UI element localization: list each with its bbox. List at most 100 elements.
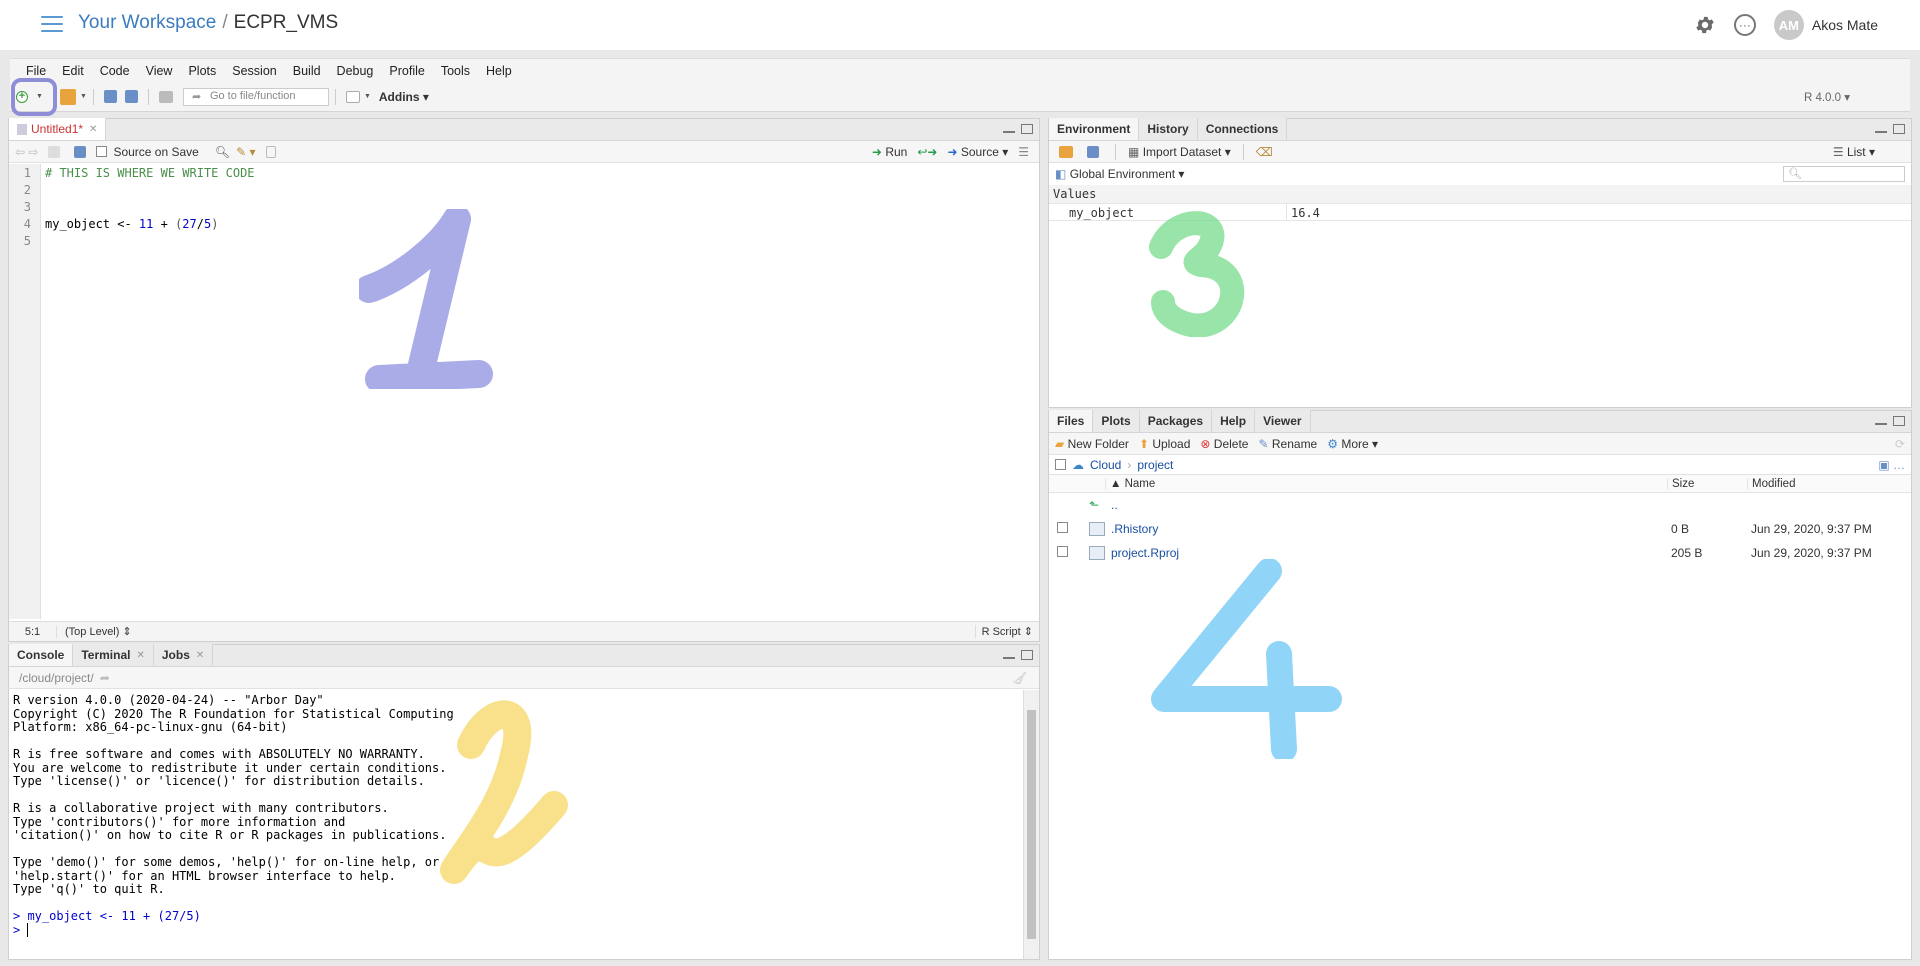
delete-button[interactable]: ⊗ Delete [1200,437,1248,451]
path-cloud-link[interactable]: Cloud [1090,458,1121,472]
path-separator-icon: › [1127,457,1132,472]
list-item[interactable]: ⬑ .. [1049,493,1911,517]
run-button[interactable]: ➜ Run [872,145,907,159]
console-prompt[interactable]: > [13,922,1019,938]
refresh-icon[interactable]: ⟳ [1895,437,1911,451]
clear-console-icon[interactable]: 🧹︎ [1012,671,1039,685]
source-button[interactable]: ➜ Source ▾ [947,145,1008,159]
menu-file[interactable]: File [18,64,54,78]
pane-controls[interactable] [1875,124,1905,134]
tab-history[interactable]: History [1139,118,1198,140]
menu-session[interactable]: Session [224,64,284,78]
outline-icon[interactable]: ☰ [1018,145,1029,159]
menu-edit[interactable]: Edit [54,64,92,78]
go-to-working-dir-icon[interactable]: ▣ … [1878,458,1911,472]
broom-icon[interactable]: ⌫ [1256,145,1273,159]
table-row[interactable]: project.Rproj 205 B Jun 29, 2020, 9:37 PM [1049,541,1911,565]
tab-connections[interactable]: Connections [1197,118,1288,140]
tab-jobs[interactable]: Jobs ✕ [153,644,214,666]
path-project-link[interactable]: project [1137,458,1173,472]
save-all-icon[interactable] [124,90,138,103]
new-file-button[interactable]: + ▼ [10,77,57,116]
file-name[interactable]: .Rhistory [1105,522,1667,536]
parent-directory-link[interactable]: .. [1105,498,1118,512]
menu-view[interactable]: View [138,64,181,78]
row-checkbox[interactable] [1057,546,1068,557]
console-output[interactable]: R version 4.0.0 (2020-04-24) -- "Arbor D… [9,690,1023,959]
menu-code[interactable]: Code [92,64,138,78]
open-file-icon[interactable] [60,88,76,105]
menu-profile[interactable]: Profile [381,64,432,78]
back-forward-icon[interactable]: ⇦ ⇨ [15,145,38,159]
select-all-checkbox[interactable] [1055,459,1066,470]
pane-controls[interactable] [1003,124,1033,134]
save-icon[interactable] [74,145,87,158]
compile-report-icon[interactable] [265,145,276,158]
magic-wand-icon[interactable]: ✎ ▾ [236,145,255,159]
code-text: my_object <- 11 + (27/5) [45,217,219,231]
workspace-link[interactable]: Your Workspace [78,12,216,34]
import-dataset-menu[interactable]: ▦ Import Dataset ▾ [1128,145,1231,159]
close-icon[interactable]: ✕ [89,124,97,135]
tab-terminal[interactable]: Terminal ✕ [73,644,154,666]
code-editor[interactable]: 1 # THIS IS WHERE WE WRITE CODE 2 3 4 my_obje… [9,164,1039,641]
tab-files[interactable]: Files [1049,410,1094,432]
save-icon[interactable] [103,90,117,103]
menu-plots[interactable]: Plots [180,64,224,78]
table-row[interactable]: .Rhistory 0 B Jun 29, 2020, 9:37 PM [1049,517,1911,541]
pane-controls[interactable] [1875,416,1905,426]
tab-help[interactable]: Help [1212,410,1256,432]
code-line[interactable]: 2 [9,183,1039,200]
print-icon[interactable] [158,90,173,103]
file-name[interactable]: project.Rproj [1105,546,1667,560]
column-header-size[interactable]: Size [1667,477,1747,490]
chevron-down-icon[interactable]: ▼ [364,93,371,100]
column-header-modified[interactable]: Modified [1747,477,1911,490]
tab-plots[interactable]: Plots [1093,410,1140,432]
tab-console[interactable]: Console [9,644,74,666]
code-line[interactable]: 1 # THIS IS WHERE WE WRITE CODE [9,166,1039,183]
show-in-window-icon[interactable] [48,145,61,158]
global-environment-selector[interactable]: ◧ Global Environment ▾ [1055,167,1184,181]
addins-menu[interactable]: Addins ▾ [379,90,429,104]
upload-button[interactable]: ⬆ Upload [1139,437,1190,451]
code-line[interactable]: 5 [9,234,1039,251]
new-folder-button[interactable]: ▰ New Folder [1055,437,1129,451]
scope-selector[interactable]: (Top Level) ⇕ [57,625,132,638]
save-workspace-icon[interactable] [1087,145,1099,158]
hamburger-menu-icon[interactable] [41,16,63,32]
tab-viewer[interactable]: Viewer [1255,410,1311,432]
console-scrollbar[interactable] [1023,690,1039,959]
tab-environment[interactable]: Environment [1049,118,1140,140]
grid-layout-icon[interactable] [345,90,360,103]
file-type-selector[interactable]: R Script ⇕ [974,625,1039,638]
menu-debug[interactable]: Debug [329,64,382,78]
rerun-icon[interactable]: ↩➜ [917,145,937,159]
settings-gear-icon[interactable] [1694,14,1716,36]
column-header-name[interactable]: ▲ Name [1105,477,1667,490]
code-line[interactable]: 4 my_object <- 11 + (27/5) [9,217,1039,234]
tab-untitled1[interactable]: Untitled1* ✕ [9,118,107,140]
load-workspace-icon[interactable] [1059,145,1073,158]
source-on-save-checkbox[interactable] [96,146,108,157]
table-row[interactable]: my_object 16.4 [1049,203,1911,221]
chevron-down-icon[interactable]: ▼ [80,93,87,100]
more-options-icon[interactable]: ··· [1733,14,1756,36]
code-line[interactable]: 3 [9,200,1039,217]
user-menu[interactable]: AM Akos Mate [1773,10,1878,40]
row-checkbox[interactable] [1057,522,1068,533]
go-to-directory-icon[interactable]: ➦ [100,671,110,685]
menu-build[interactable]: Build [285,64,329,78]
pane-controls[interactable] [1003,650,1033,660]
menu-tools[interactable]: Tools [433,64,478,78]
menu-help[interactable]: Help [478,64,520,78]
tab-packages[interactable]: Packages [1139,410,1213,432]
view-mode-selector[interactable]: ☰ List ▾ [1833,145,1911,159]
more-menu[interactable]: ⚙ More ▾ [1327,437,1378,451]
go-to-file-input[interactable]: Go to file/function [182,87,329,106]
r-version-selector[interactable]: R 4.0.0 ▾ [1804,90,1850,104]
rename-button[interactable]: ✎ Rename [1258,437,1317,451]
search-icon[interactable]: 🔍︎ [215,145,230,159]
environment-search-input[interactable]: 🔍︎ [1783,166,1905,182]
